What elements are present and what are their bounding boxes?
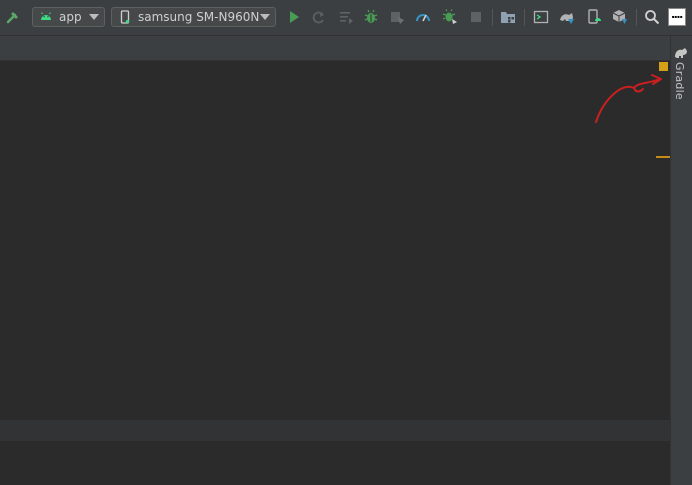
editor-area[interactable] [0,61,670,485]
sdk-manager-icon[interactable] [612,9,628,25]
profile-icon[interactable] [415,9,431,25]
user-avatar[interactable]: ▪▪▪▪ [668,8,686,26]
error-stripe-marker[interactable] [656,156,670,158]
red-arrow-annotation [590,70,670,130]
debug-icon[interactable] [363,9,379,25]
toolbar-separator [492,9,493,26]
toolbar-separator [524,9,525,26]
android-icon [39,10,53,24]
phone-icon [118,10,132,24]
editor-tab-strip [0,36,670,61]
sync-gradle-icon[interactable] [559,9,575,25]
attach-debug-icon[interactable] [442,9,458,25]
chevron-down-icon [89,14,99,20]
terminal-icon[interactable] [533,9,549,25]
editor-horizontal-band [0,420,670,441]
project-structure-icon[interactable] [500,9,516,25]
device-selector[interactable]: samsung SM-N960N [111,7,276,27]
apply-code-changes-icon[interactable] [338,9,354,25]
device-selector-label: samsung SM-N960N [138,10,260,24]
toolbar-separator [636,9,637,26]
module-selector-label: app [59,10,82,24]
chevron-down-icon [260,14,270,20]
module-selector[interactable]: app [32,7,105,27]
apply-changes-icon[interactable] [311,9,327,25]
search-icon[interactable] [644,9,660,25]
main-toolbar: app samsung SM-N960N ▪▪▪▪ [0,0,692,36]
run-icon[interactable] [286,9,302,25]
avd-manager-icon[interactable] [586,9,602,25]
attach-debugger-icon[interactable] [389,9,405,25]
gradle-tool-window-tab[interactable]: Gradle [671,42,692,100]
right-tool-strip [670,36,692,485]
gradle-elephant-icon [674,44,688,58]
hammer-icon[interactable] [5,9,21,25]
stop-icon[interactable] [468,9,484,25]
gradle-label: Gradle [673,62,686,100]
